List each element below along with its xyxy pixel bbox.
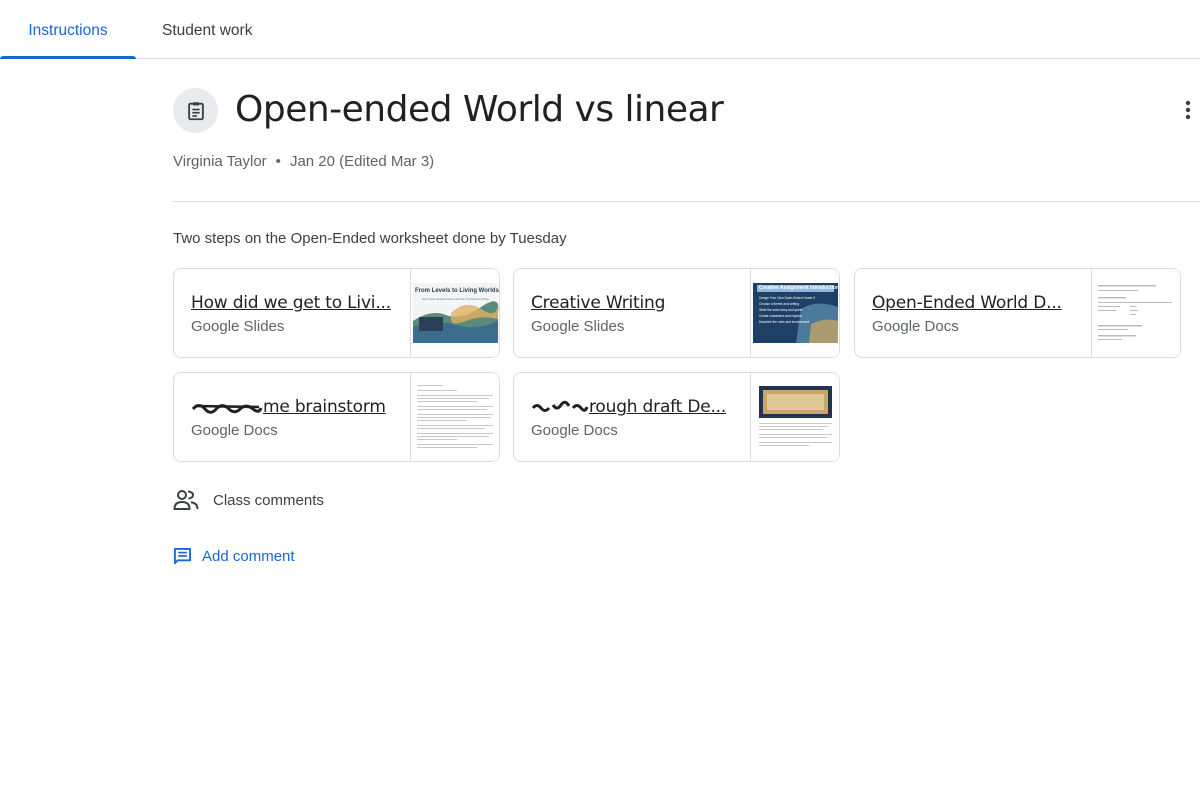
attachment-name[interactable]: Creative Writing (531, 293, 736, 313)
attachment-type: Google Docs (531, 422, 618, 439)
thumb-bullet: Describe the rules and environment (759, 320, 810, 324)
more-options-icon[interactable] (1176, 95, 1200, 125)
tab-student-work[interactable]: Student work (162, 0, 252, 58)
author-name: Virginia Taylor (173, 153, 267, 170)
attachment-card[interactable]: me brainstorm Google Docs (173, 372, 500, 462)
attachment-card[interactable]: Open-Ended World D... Google Docs (854, 268, 1181, 358)
tab-bar: Instructions Student work (0, 0, 1200, 59)
class-comments-label: Class comments (213, 491, 324, 509)
assignment-description: Two steps on the Open-Ended worksheet do… (173, 230, 567, 247)
attachment-card[interactable]: rough draft De... Google Docs (513, 372, 840, 462)
attachment-name-text: rough draft De... (589, 397, 727, 417)
attachment-name-text: me brainstorm (263, 397, 386, 417)
add-comment-button[interactable]: Add comment (173, 547, 295, 566)
page-title: Open-ended World vs linear (235, 89, 724, 130)
redacted-scribble (191, 404, 263, 414)
assignment-meta: Virginia Taylor • Jan 20 (Edited Mar 3) (173, 153, 434, 170)
attachment-card[interactable]: How did we get to Livi... Google Slides … (173, 268, 500, 358)
docs-thumbnail (410, 373, 499, 461)
divider (173, 201, 1200, 202)
attachment-type: Google Docs (872, 318, 959, 335)
thumb-subtitle: How Open-Ended Game Worlds Transformed P… (421, 297, 490, 301)
thumb-title: From Levels to Living Worlds (415, 288, 499, 294)
assignment-icon (173, 88, 218, 133)
attachment-name[interactable]: Open-Ended World D... (872, 293, 1077, 313)
thumb-bullets: Design Your Own Open-Ended Game World Ch… (759, 295, 815, 325)
attachment-type: Google Docs (191, 422, 278, 439)
comment-icon (173, 547, 192, 565)
attachment-name[interactable]: How did we get to Livi... (191, 293, 396, 313)
class-comments-header: Class comments (173, 489, 324, 511)
redacted-scribble (531, 400, 589, 412)
slides-thumbnail: Creative Assignment Introduction Design … (750, 269, 840, 357)
attachment-type: Google Slides (531, 318, 625, 335)
post-date: Jan 20 (Edited Mar 3) (289, 153, 435, 170)
docs-thumbnail (1091, 269, 1180, 357)
attachment-type: Google Slides (191, 318, 285, 335)
attachment-card[interactable]: Creative Writing Google Slides Creative … (513, 268, 840, 358)
meta-separator: • (275, 153, 281, 170)
thumb-title: Creative Assignment Introduction (759, 285, 840, 291)
attachment-name[interactable]: me brainstorm (191, 397, 396, 417)
tab-instructions[interactable]: Instructions (0, 0, 136, 59)
attachment-name[interactable]: rough draft De... (531, 397, 736, 417)
people-icon (173, 490, 199, 510)
add-comment-label: Add comment (202, 548, 295, 565)
docs-thumbnail (750, 373, 839, 461)
slides-thumbnail: From Levels to Living Worlds How Open-En… (410, 269, 499, 357)
